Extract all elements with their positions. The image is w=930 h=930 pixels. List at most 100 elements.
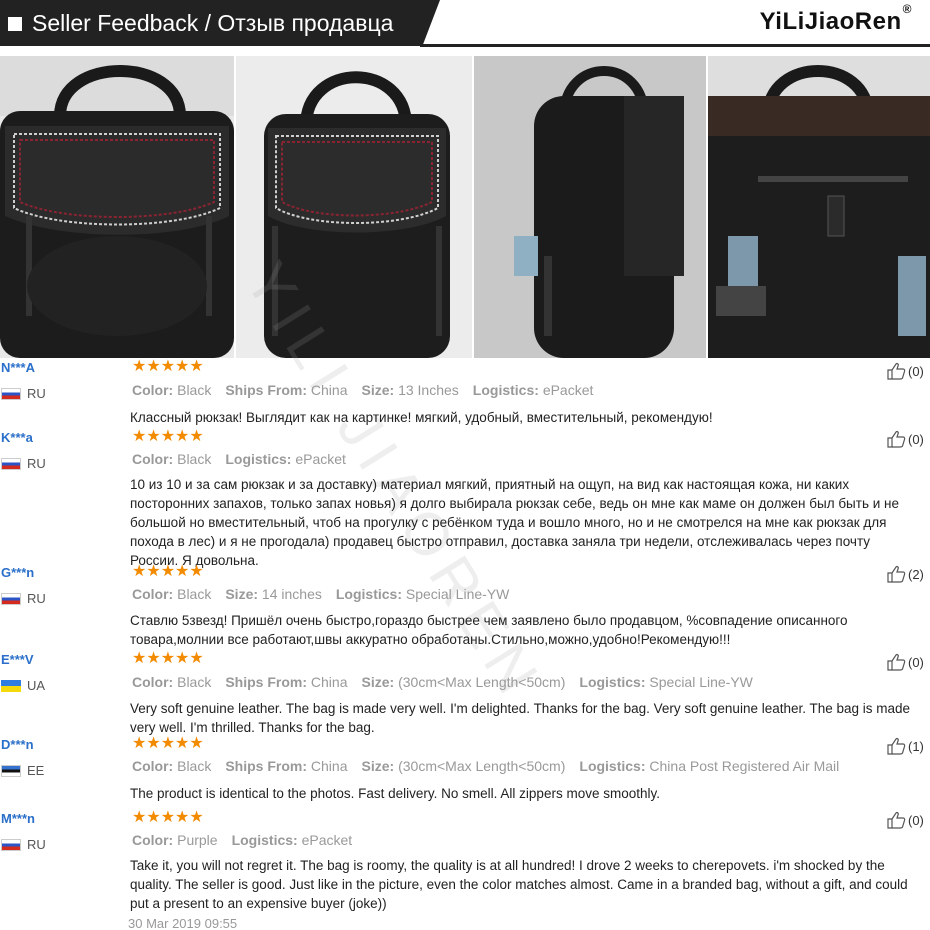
reviewer-country: RU [1, 837, 46, 852]
country-flag-icon [1, 764, 21, 777]
brand-name: YiLiJiaoRen [759, 8, 902, 35]
order-info: Color: Black Size: 14 inches Logistics: Sp… [132, 586, 523, 602]
order-info-value: ePacket [301, 832, 353, 848]
helpful-button[interactable]: (0) [886, 362, 924, 380]
reviewer-name[interactable]: G***n [1, 565, 34, 580]
country-flag-icon [1, 387, 21, 400]
helpful-count: (2) [908, 566, 924, 582]
order-info-value: Purple [177, 832, 218, 848]
order-info-label: Ships From: [225, 382, 308, 398]
helpful-button[interactable]: (0) [886, 653, 924, 671]
order-info: Color: Black Ships From: China Size: 13 In… [132, 382, 607, 398]
order-info-value: Black [177, 674, 212, 690]
order-info: Color: Black Ships From: China Size: (30cm… [132, 758, 853, 774]
order-info-value: (30cm<Max Length<50cm) [398, 758, 566, 774]
thumbs-up-icon[interactable] [886, 811, 906, 829]
country-flag-icon [1, 457, 21, 470]
review-text: Very soft genuine leather. The bag is ma… [130, 701, 911, 735]
order-info-label: Logistics: [225, 451, 292, 467]
order-info-label: Color: [132, 758, 174, 774]
order-info-label: Size: [225, 586, 259, 602]
helpful-count: (0) [908, 363, 924, 379]
thumbs-up-icon[interactable] [886, 430, 906, 448]
order-info-label: Size: [361, 758, 395, 774]
review-text: The product is identical to the photos. … [130, 786, 660, 801]
order-info-value: (30cm<Max Length<50cm) [398, 674, 566, 690]
rating-stars: ★★★★★ [132, 650, 204, 667]
rating-stars: ★★★★★ [132, 428, 204, 445]
rating-stars: ★★★★★ [132, 563, 204, 580]
order-info-label: Color: [132, 586, 174, 602]
country-flag-icon [1, 838, 21, 851]
order-info-value: Black [177, 451, 212, 467]
order-info-value: China [310, 382, 348, 398]
country-code: RU [27, 386, 46, 401]
country-flag-icon [1, 679, 21, 692]
review-date: 30 Mar 2019 09:55 [128, 916, 238, 930]
brand-logo: YiLiJiaoRen® [759, 2, 912, 36]
reviewer-name[interactable]: M***n [1, 811, 35, 826]
review-text: 10 из 10 и за сам рюкзак и за доставку) … [130, 477, 899, 568]
reviewer-country: EE [1, 763, 44, 778]
reviewer-name[interactable]: K***a [1, 430, 33, 445]
helpful-count: (0) [908, 431, 924, 447]
page-title: Seller Feedback / Отзыв продавца [32, 10, 394, 36]
order-info-value: ePacket [295, 451, 346, 467]
thumbs-up-icon[interactable] [886, 653, 906, 671]
order-info-value: China Post Registered Air Mail [649, 758, 840, 774]
helpful-button[interactable]: (0) [886, 430, 924, 448]
header-bar: Seller Feedback / Отзыв продавца [0, 0, 440, 46]
order-info-value: Special Line-YW [649, 674, 753, 690]
review-text: Ставлю 5звезд! Пришёл очень быстро,гораз… [130, 613, 848, 647]
order-info-label: Color: [132, 832, 174, 848]
rating-stars: ★★★★★ [132, 358, 204, 375]
order-info-value: Special Line-YW [405, 586, 510, 602]
order-info-label: Logistics: [472, 382, 539, 398]
reviewer-name[interactable]: D***n [1, 737, 34, 752]
order-info-value: China [310, 674, 348, 690]
helpful-count: (0) [908, 812, 924, 828]
order-info-label: Color: [132, 674, 174, 690]
page-header: Seller Feedback / Отзыв продавца YiLiJia… [0, 0, 930, 54]
helpful-button[interactable]: (2) [886, 565, 924, 583]
thumbs-up-icon[interactable] [886, 362, 906, 380]
order-info-value: China [310, 758, 348, 774]
thumbs-up-icon[interactable] [886, 565, 906, 583]
square-icon [8, 17, 22, 31]
helpful-count: (0) [908, 654, 924, 670]
order-info-label: Logistics: [579, 758, 646, 774]
order-info-label: Color: [132, 382, 174, 398]
backpack-back-photo [708, 56, 930, 358]
order-info-value: 13 Inches [398, 382, 459, 398]
order-info-label: Logistics: [335, 586, 402, 602]
reviewer-name[interactable]: E***V [1, 652, 34, 667]
review-text: Take it, you will not regret it. The bag… [130, 858, 908, 911]
order-info-value: 14 inches [261, 586, 322, 602]
order-info-label: Ships From: [225, 758, 308, 774]
order-info: Color: Black Ships From: China Size: (30cm… [132, 674, 767, 690]
order-info-label: Ships From: [225, 674, 308, 690]
header-divider [420, 44, 930, 47]
country-code: UA [27, 678, 46, 693]
helpful-button[interactable]: (1) [886, 737, 924, 755]
thumbs-up-icon[interactable] [886, 737, 906, 755]
product-photos [0, 56, 930, 358]
rating-stars: ★★★★★ [132, 809, 204, 826]
country-code: RU [27, 456, 46, 471]
order-info-value: Black [177, 758, 212, 774]
order-info-value: Black [177, 586, 212, 602]
helpful-count: (1) [908, 738, 924, 754]
order-info: Color: Purple Logistics: ePacket [132, 832, 366, 848]
reviewer-country: RU [1, 386, 46, 401]
reviewer-country: UA [1, 678, 45, 693]
backpack-side-photo [474, 56, 706, 358]
helpful-button[interactable]: (0) [886, 811, 924, 829]
order-info-label: Color: [132, 451, 174, 467]
order-info-value: Black [177, 382, 212, 398]
reviewer-name[interactable]: N***A [1, 360, 35, 375]
reviewer-country: RU [1, 591, 46, 606]
country-code: RU [27, 837, 46, 852]
order-info-label: Logistics: [579, 674, 646, 690]
order-info: Color: Black Logistics: ePacket [132, 451, 360, 467]
review-text: Классный рюкзак! Выглядит как на картинк… [130, 410, 713, 425]
